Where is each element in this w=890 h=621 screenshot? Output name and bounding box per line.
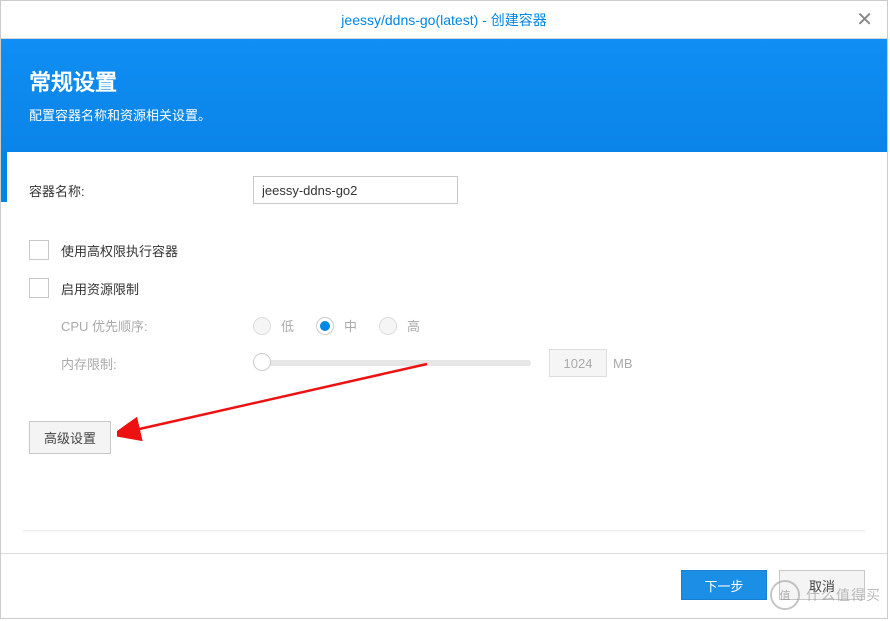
banner-heading: 常规设置 [29,65,859,97]
close-icon[interactable]: ✕ [856,10,873,30]
resource-limit-label: 启用资源限制 [61,279,139,298]
cpu-radio-low-label: 低 [281,316,294,335]
memory-limit-label: 内存限制: [61,354,253,373]
row-memory-limit: 内存限制: MB [61,349,865,377]
resource-limit-checkbox[interactable] [29,278,49,298]
footer: 下一步 取消 [1,553,887,618]
high-privilege-label: 使用高权限执行容器 [61,241,178,260]
container-name-label: 容器名称: [29,181,253,200]
row-container-name: 容器名称: [29,176,865,204]
cpu-priority-label: CPU 优先顺序: [61,316,253,335]
cpu-radio-mid[interactable] [316,317,334,335]
modal-title: jeessy/ddns-go(latest) - 创建容器 [341,10,546,30]
cpu-radio-mid-label: 中 [344,316,357,335]
content-wrap: 容器名称: 使用高权限执行容器 启用资源限制 CPU 优先顺序: 低 中 [1,152,887,522]
cpu-priority-radio-group: 低 中 高 [253,316,436,335]
cpu-radio-high[interactable] [379,317,397,335]
advanced-settings-button[interactable]: 高级设置 [29,421,111,454]
row-resource-limit: 启用资源限制 [29,278,865,298]
create-container-modal: jeessy/ddns-go(latest) - 创建容器 ✕ 常规设置 配置容… [0,0,888,619]
memory-unit-label: MB [613,356,633,371]
cpu-radio-low[interactable] [253,317,271,335]
footer-divider [23,530,865,534]
cpu-radio-high-label: 高 [407,316,420,335]
memory-slider[interactable] [253,360,531,366]
title-bar: jeessy/ddns-go(latest) - 创建容器 ✕ [1,1,887,39]
cancel-button[interactable]: 取消 [779,570,865,600]
banner: 常规设置 配置容器名称和资源相关设置。 [1,39,887,152]
memory-value-input [549,349,607,377]
row-high-privilege: 使用高权限执行容器 [29,240,865,260]
memory-slider-thumb[interactable] [253,353,271,371]
form-content: 容器名称: 使用高权限执行容器 启用资源限制 CPU 优先顺序: 低 中 [7,152,887,522]
row-cpu-priority: CPU 优先顺序: 低 中 高 [61,316,865,335]
next-button[interactable]: 下一步 [681,570,767,600]
container-name-input[interactable] [253,176,458,204]
banner-subheading: 配置容器名称和资源相关设置。 [29,105,859,124]
high-privilege-checkbox[interactable] [29,240,49,260]
